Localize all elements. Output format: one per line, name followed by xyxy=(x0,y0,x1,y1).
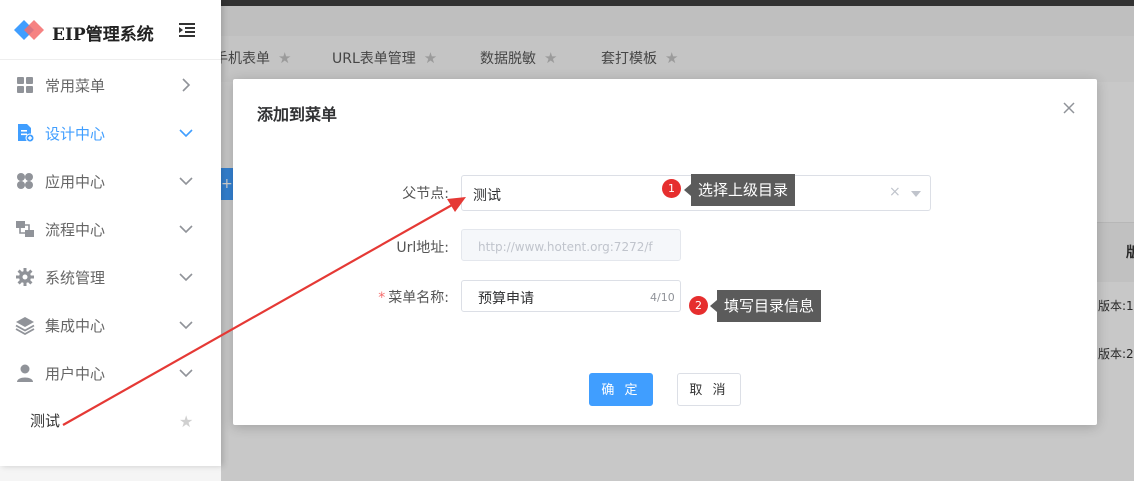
sidebar-item-label: 集成中心 xyxy=(45,317,106,335)
parent-node-label: 父节点: xyxy=(402,186,449,202)
chevron-right-icon xyxy=(182,78,191,92)
confirm-button[interactable]: 确 定 xyxy=(589,373,653,406)
chevron-down-icon xyxy=(179,129,193,138)
sidebar-item-label: 流程中心 xyxy=(45,221,106,239)
cancel-button[interactable]: 取 消 xyxy=(677,373,741,406)
sidebar-item-design-center[interactable]: 设计中心 xyxy=(0,109,221,157)
flow-icon xyxy=(16,221,34,237)
gear-icon xyxy=(16,268,34,286)
annotation-callout-2: 填写目录信息 xyxy=(709,290,822,322)
design-doc-icon xyxy=(18,124,35,143)
menu-name-value: 预算申请 xyxy=(478,291,534,307)
annotation-callout-1: 选择上级目录 xyxy=(683,174,796,206)
chevron-down-icon xyxy=(179,225,193,234)
logo-icon xyxy=(14,20,44,40)
close-icon[interactable] xyxy=(1062,101,1076,115)
dialog-title: 添加到菜单 xyxy=(257,105,338,124)
sidebar-item-common-menu[interactable]: 常用菜单 xyxy=(0,61,221,109)
chevron-down-icon xyxy=(179,321,193,330)
clear-icon[interactable]: × xyxy=(889,184,901,200)
star-icon[interactable]: ★ xyxy=(179,412,193,431)
sidebar-item-label: 应用中心 xyxy=(45,173,106,191)
sidebar-item-label: 常用菜单 xyxy=(45,77,106,95)
submenu-item-test[interactable]: 测试 xyxy=(30,410,60,431)
sidebar-item-system-management[interactable]: 系统管理 xyxy=(0,253,221,301)
clover-icon xyxy=(17,173,33,189)
sidebar-item-flow-center[interactable]: 流程中心 xyxy=(0,205,221,253)
add-to-menu-dialog: 添加到菜单 父节点: 测试 × Url地址: http://www.hotent… xyxy=(233,79,1097,425)
sidebar-item-integration-center[interactable]: 集成中心 xyxy=(0,301,221,349)
chevron-down-icon xyxy=(179,177,193,186)
menu-name-label-text: 菜单名称: xyxy=(388,290,449,306)
sidebar-item-label: 系统管理 xyxy=(45,269,106,287)
sidebar: EIP管理系统 常用菜单 设计中心 应用中心 流程中心 系统管理 集成中心 用户… xyxy=(0,0,221,466)
required-asterisk: * xyxy=(378,290,386,306)
sidebar-item-label: 用户中心 xyxy=(45,365,106,383)
char-counter: 4/10 xyxy=(650,291,675,304)
parent-node-value: 测试 xyxy=(473,188,501,204)
user-icon xyxy=(17,364,33,382)
annotation-badge-1: 1 xyxy=(662,179,681,198)
sidebar-item-label: 设计中心 xyxy=(45,125,106,143)
chevron-down-icon xyxy=(179,369,193,378)
collapse-menu-icon[interactable] xyxy=(178,21,196,39)
sidebar-item-app-center[interactable]: 应用中心 xyxy=(0,157,221,205)
url-label: Url地址: xyxy=(396,240,449,256)
caret-down-icon[interactable] xyxy=(911,191,921,197)
sidebar-header: EIP管理系统 xyxy=(0,0,221,60)
chevron-down-icon xyxy=(179,273,193,282)
app-title: EIP管理系统 xyxy=(52,25,154,45)
url-input: http://www.hotent.org:7272/f xyxy=(461,229,681,261)
url-placeholder: http://www.hotent.org:7272/f xyxy=(478,240,653,254)
annotation-badge-2: 2 xyxy=(689,296,708,315)
menu-name-input[interactable]: 预算申请 4/10 xyxy=(461,280,681,312)
sidebar-item-user-center[interactable]: 用户中心 xyxy=(0,349,221,397)
layers-icon xyxy=(15,317,35,335)
grid-icon xyxy=(17,77,33,93)
menu-name-label: * 菜单名称: xyxy=(353,287,449,307)
